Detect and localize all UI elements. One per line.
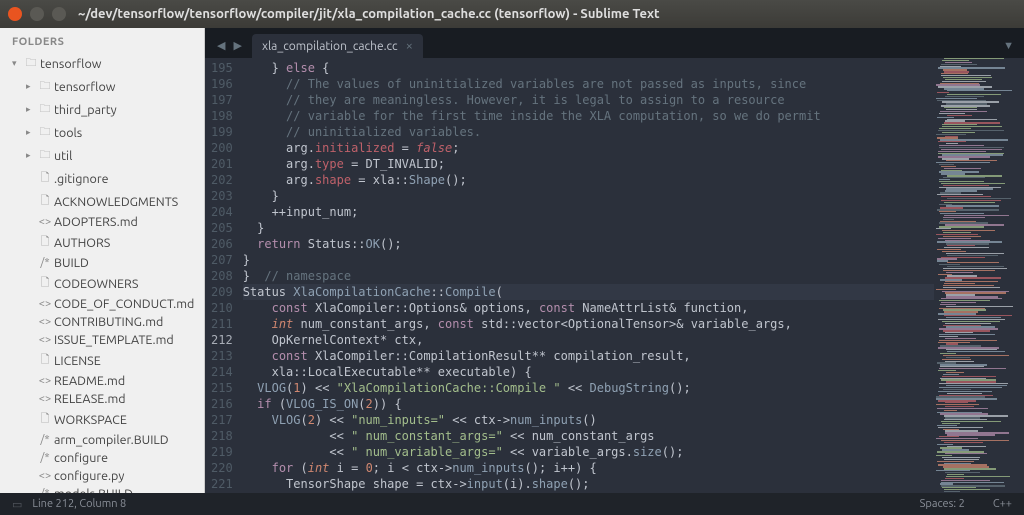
maximize-icon[interactable] bbox=[52, 7, 66, 21]
file-item[interactable]: /*arm_compiler.BUILD bbox=[0, 431, 204, 449]
tab-label: xla_compilation_cache.cc bbox=[262, 40, 398, 53]
item-label: README.md bbox=[54, 374, 125, 388]
item-label: tensorflow bbox=[54, 80, 115, 94]
file-icon: <> bbox=[36, 393, 54, 405]
file-item[interactable]: /*BUILD bbox=[0, 254, 204, 272]
folder-icon: 🗀 bbox=[36, 123, 54, 142]
folder-item[interactable]: ▸🗀util bbox=[0, 144, 204, 167]
folder-icon: 🗀 bbox=[36, 77, 54, 96]
line-gutter: 1951961971981992002012022032042052062072… bbox=[205, 58, 243, 493]
panel-switch-icon[interactable]: ▭ bbox=[12, 498, 22, 511]
disclosure-arrow-icon[interactable]: ▸ bbox=[26, 127, 36, 138]
file-icon: 🗋 bbox=[36, 233, 54, 252]
file-item[interactable]: <>ISSUE_TEMPLATE.md bbox=[0, 331, 204, 349]
item-label: arm_compiler.BUILD bbox=[54, 433, 169, 447]
nav-forward-icon[interactable]: ▶ bbox=[229, 39, 245, 52]
tab-overflow-icon[interactable]: ▼ bbox=[1003, 40, 1014, 52]
file-item[interactable]: <>RELEASE.md bbox=[0, 390, 204, 408]
file-item[interactable]: <>CODE_OF_CONDUCT.md bbox=[0, 295, 204, 313]
item-label: CONTRIBUTING.md bbox=[54, 315, 163, 329]
file-icon: /* bbox=[36, 452, 54, 464]
close-icon[interactable] bbox=[8, 7, 22, 21]
item-label: WORKSPACE bbox=[54, 413, 127, 427]
disclosure-arrow-icon[interactable]: ▾ bbox=[12, 58, 22, 69]
disclosure-arrow-icon[interactable]: ▸ bbox=[26, 150, 36, 161]
item-label: AUTHORS bbox=[54, 236, 110, 250]
file-item[interactable]: 🗋CODEOWNERS bbox=[0, 272, 204, 295]
file-icon: 🗋 bbox=[36, 410, 54, 429]
minimap[interactable] bbox=[934, 58, 1024, 493]
file-icon: 🗋 bbox=[36, 192, 54, 211]
nav-back-icon[interactable]: ◀ bbox=[213, 39, 229, 52]
window-titlebar: ~/dev/tensorflow/tensorflow/compiler/jit… bbox=[0, 0, 1024, 28]
folder-icon: 🗀 bbox=[22, 54, 40, 73]
item-label: configure.py bbox=[54, 469, 124, 483]
cursor-position: Line 212, Column 8 bbox=[32, 498, 126, 510]
folder-item[interactable]: ▸🗀third_party bbox=[0, 98, 204, 121]
indent-setting[interactable]: Spaces: 2 bbox=[920, 498, 965, 510]
file-icon: <> bbox=[36, 298, 54, 310]
file-item[interactable]: <>configure.py bbox=[0, 467, 204, 485]
file-item[interactable]: <>README.md bbox=[0, 372, 204, 390]
file-item[interactable]: /*models.BUILD bbox=[0, 485, 204, 493]
item-label: CODEOWNERS bbox=[54, 277, 138, 291]
file-icon: <> bbox=[36, 375, 54, 387]
file-item[interactable]: 🗋.gitignore bbox=[0, 167, 204, 190]
folder-item[interactable]: ▾🗀tensorflow bbox=[0, 52, 204, 75]
item-label: third_party bbox=[54, 103, 117, 117]
item-label: ACKNOWLEDGMENTS bbox=[54, 195, 178, 209]
file-item[interactable]: 🗋AUTHORS bbox=[0, 231, 204, 254]
file-item[interactable]: 🗋ACKNOWLEDGMENTS bbox=[0, 190, 204, 213]
folder-sidebar: FOLDERS ▾🗀tensorflow▸🗀tensorflow▸🗀third_… bbox=[0, 28, 205, 493]
file-item[interactable]: /*configure bbox=[0, 449, 204, 467]
syntax-setting[interactable]: C++ bbox=[993, 498, 1012, 510]
file-icon: <> bbox=[36, 316, 54, 328]
file-icon: 🗋 bbox=[36, 351, 54, 370]
disclosure-arrow-icon[interactable]: ▸ bbox=[26, 104, 36, 115]
item-label: BUILD bbox=[54, 256, 89, 270]
file-icon: <> bbox=[36, 216, 54, 228]
file-icon: /* bbox=[36, 257, 54, 269]
file-icon: 🗋 bbox=[36, 274, 54, 293]
item-label: tools bbox=[54, 126, 82, 140]
file-icon: 🗋 bbox=[36, 169, 54, 188]
file-item[interactable]: 🗋LICENSE bbox=[0, 349, 204, 372]
tab-bar: ◀ ▶ xla_compilation_cache.cc × ▼ bbox=[205, 28, 1024, 58]
tab-active[interactable]: xla_compilation_cache.cc × bbox=[252, 34, 423, 58]
folder-item[interactable]: ▸🗀tensorflow bbox=[0, 75, 204, 98]
item-label: configure bbox=[54, 451, 108, 465]
sidebar-header: FOLDERS bbox=[0, 28, 204, 52]
file-item[interactable]: <>ADOPTERS.md bbox=[0, 213, 204, 231]
folder-icon: 🗀 bbox=[36, 100, 54, 119]
file-icon: <> bbox=[36, 334, 54, 346]
item-label: tensorflow bbox=[40, 57, 101, 71]
item-label: ADOPTERS.md bbox=[54, 215, 138, 229]
item-label: util bbox=[54, 149, 72, 163]
minimize-icon[interactable] bbox=[30, 7, 44, 21]
disclosure-arrow-icon[interactable]: ▸ bbox=[26, 81, 36, 92]
item-label: .gitignore bbox=[54, 172, 108, 186]
item-label: RELEASE.md bbox=[54, 392, 126, 406]
folder-item[interactable]: ▸🗀tools bbox=[0, 121, 204, 144]
file-icon: <> bbox=[36, 470, 54, 482]
window-title: ~/dev/tensorflow/tensorflow/compiler/jit… bbox=[78, 7, 660, 21]
file-item[interactable]: <>CONTRIBUTING.md bbox=[0, 313, 204, 331]
file-icon: /* bbox=[36, 434, 54, 446]
folder-icon: 🗀 bbox=[36, 146, 54, 165]
code-editor[interactable]: } else { // The values of uninitialized … bbox=[243, 58, 934, 493]
close-tab-icon[interactable]: × bbox=[406, 39, 413, 53]
status-bar: ▭ Line 212, Column 8 Spaces: 2 C++ bbox=[0, 493, 1024, 515]
file-item[interactable]: 🗋WORKSPACE bbox=[0, 408, 204, 431]
item-label: ISSUE_TEMPLATE.md bbox=[54, 333, 174, 347]
item-label: LICENSE bbox=[54, 354, 101, 368]
item-label: CODE_OF_CONDUCT.md bbox=[54, 297, 194, 311]
